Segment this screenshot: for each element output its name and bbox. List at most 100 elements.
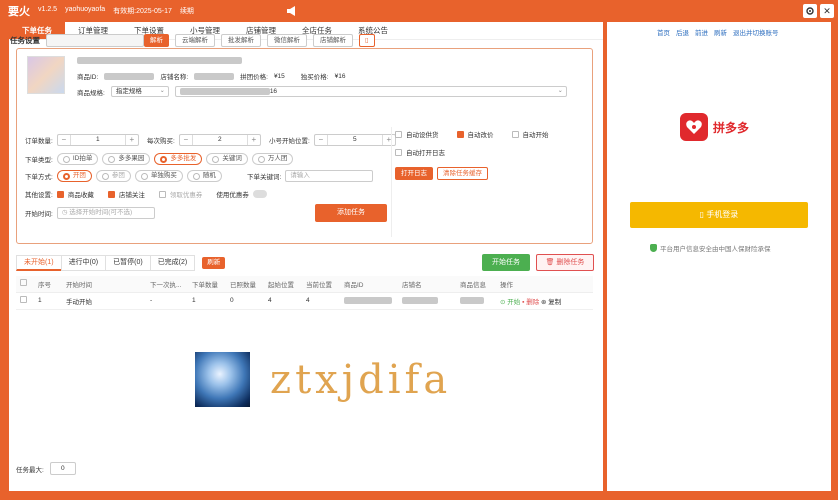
- safety-text: 平台用户信息安全由中国人保财险承保: [660, 246, 771, 253]
- start-time-label: 开始时间:: [25, 211, 53, 218]
- minus-icon[interactable]: −: [315, 135, 327, 145]
- order-type-group[interactable]: 万人团: [251, 153, 294, 165]
- tab-in-progress[interactable]: 进行中(0): [60, 255, 107, 271]
- row-start-label: 开始: [507, 298, 521, 306]
- row-copy-label: 复制: [548, 298, 562, 306]
- checkbox-icon[interactable]: [511, 130, 519, 138]
- tab-not-started[interactable]: 未开始(1): [16, 255, 62, 271]
- keyword-field: 下单关键词: 请输入: [247, 170, 374, 182]
- wechat-parse-button[interactable]: 微信解析: [267, 34, 307, 47]
- log-buttons-row: 打开日志 清除任务缓存: [395, 167, 488, 180]
- nav-forward-link[interactable]: 前进: [695, 27, 708, 37]
- settings-icon[interactable]: [803, 4, 817, 18]
- checkbox-checked-icon[interactable]: [56, 190, 64, 198]
- nav-home-link[interactable]: 首页: [657, 27, 670, 37]
- row-delete-button[interactable]: ▪ 删除: [522, 299, 539, 306]
- shop-parse-button[interactable]: 店铺解析: [313, 34, 353, 47]
- spec-type-select[interactable]: 指定规格 ⌄: [110, 86, 169, 97]
- nav-refresh-link[interactable]: 刷新: [714, 27, 727, 37]
- nav-switch-account-link[interactable]: 退出并切换账号: [733, 27, 779, 37]
- start-task-button[interactable]: 开始任务: [482, 254, 530, 271]
- order-mode-single[interactable]: 单独购买: [134, 170, 183, 182]
- url-input[interactable]: [46, 34, 144, 47]
- clear-cache-button[interactable]: 清除任务缓存: [437, 167, 488, 180]
- order-mode-open-group-label: 开团: [72, 172, 86, 179]
- radio-selected-icon: [160, 155, 168, 163]
- col-start-pos: 起始位置: [264, 276, 302, 293]
- checkbox-icon[interactable]: [158, 190, 166, 198]
- tab-completed[interactable]: 已完成(2): [149, 255, 196, 271]
- spec-row: 商品规格: 指定规格 ⌄ 16 ⌄: [77, 86, 567, 97]
- checkbox-icon[interactable]: [20, 296, 27, 303]
- plus-icon[interactable]: +: [126, 135, 138, 145]
- refresh-button[interactable]: 刷新: [202, 257, 226, 269]
- chevron-down-icon: ⌄: [557, 88, 563, 94]
- order-qty-value[interactable]: 1: [69, 135, 126, 145]
- row-current-pos: 4: [302, 292, 340, 310]
- product-info-blurred: [460, 296, 484, 304]
- spec-value-select[interactable]: 16 ⌄: [174, 86, 567, 97]
- nav-back-link[interactable]: 后退: [676, 27, 689, 37]
- table-row[interactable]: 1 手动开始 - 1 0 4 4 ⊙ 开始 ▪ 删除 ⊛ 复制: [16, 292, 593, 310]
- checkbox-icon[interactable]: [395, 148, 402, 156]
- phone-login-button[interactable]: ▯ 手机登录: [630, 202, 808, 228]
- order-type-keyword[interactable]: 关键词: [206, 153, 248, 165]
- renew-link[interactable]: 续期: [180, 6, 194, 16]
- title-bar: 要火 v1.2.5 yaohuoyaofa 有效期:2025-05-17 续期 …: [0, 0, 838, 22]
- open-log-button[interactable]: 打开日志: [395, 167, 433, 180]
- order-type-id[interactable]: ID拍单: [56, 153, 99, 165]
- start-time-input[interactable]: ◷ 选择开始时间(可不选): [56, 207, 155, 219]
- col-done-qty: 已照数量: [226, 276, 264, 293]
- col-product-info: 商品信息: [456, 276, 496, 293]
- parse-button[interactable]: 解析: [144, 34, 169, 47]
- auto-price-label: 自动改价: [467, 132, 494, 139]
- max-task-field: 任务最大: 0: [16, 462, 76, 475]
- checkbox-icon[interactable]: [395, 130, 402, 138]
- single-price: ¥16: [334, 72, 346, 80]
- start-time-placeholder: 选择开始时间(可不选): [69, 209, 133, 216]
- max-task-input[interactable]: 0: [49, 462, 76, 475]
- per-buy-stepper[interactable]: −2 +: [178, 134, 261, 146]
- delete-task-button[interactable]: 🗑 删除任务: [536, 254, 594, 271]
- pinduoduo-logo: 拼多多: [680, 113, 749, 141]
- order-qty-stepper[interactable]: −1 +: [56, 134, 139, 146]
- start-pos-stepper[interactable]: −5 +: [313, 134, 396, 146]
- order-type-keyword-label: 关键词: [222, 155, 242, 162]
- minus-icon[interactable]: −: [180, 135, 192, 145]
- checkbox-checked-icon[interactable]: [107, 190, 115, 198]
- pinduoduo-name: 拼多多: [713, 120, 750, 135]
- col-order-qty: 下单数量: [188, 276, 226, 293]
- checkbox-icon[interactable]: [20, 279, 27, 287]
- wholesale-parse-button[interactable]: 批发解析: [221, 34, 261, 47]
- expand-icon[interactable]: ▯: [359, 34, 375, 47]
- order-type-id-label: ID拍单: [72, 155, 93, 162]
- plus-icon[interactable]: +: [248, 135, 260, 145]
- start-pos-value[interactable]: 5: [326, 135, 383, 145]
- order-type-field: 下单类型: ID拍单 多多果园 多多批发 关键词 万人团: [25, 153, 294, 165]
- use-coupon-toggle[interactable]: [252, 190, 267, 198]
- order-type-wholesale[interactable]: 多多批发: [154, 153, 203, 165]
- order-mode-open-group[interactable]: 开团: [56, 170, 92, 182]
- per-buy-value[interactable]: 2: [191, 135, 248, 145]
- announcement-icon[interactable]: [285, 4, 299, 18]
- other-settings-field: 其他设置: 商品收藏 店铺关注 领取优惠券 使用优惠券: [25, 189, 267, 199]
- order-mode-single-label: 单独购买: [150, 172, 177, 179]
- row-product-id: [340, 292, 398, 310]
- add-task-button[interactable]: 添加任务: [315, 204, 387, 222]
- minus-icon[interactable]: −: [58, 135, 70, 145]
- pinduoduo-icon: [680, 113, 708, 141]
- plus-icon[interactable]: +: [383, 135, 395, 145]
- shield-icon: [650, 244, 657, 252]
- keyword-input[interactable]: 请输入: [285, 170, 374, 182]
- order-mode-random[interactable]: 随机: [186, 170, 222, 182]
- order-type-orchard[interactable]: 多多果园: [102, 153, 151, 165]
- row-copy-button[interactable]: ⊛ 复制: [541, 299, 561, 306]
- row-start-button[interactable]: ⊙ 开始: [500, 299, 520, 306]
- row-product-info: [456, 292, 496, 310]
- checkbox-checked-icon[interactable]: [456, 130, 464, 138]
- close-icon[interactable]: ✕: [820, 4, 834, 18]
- cloud-parse-button[interactable]: 云端解析: [175, 34, 215, 47]
- col-current-pos: 当前位置: [302, 276, 340, 293]
- tab-paused[interactable]: 已暂停(0): [105, 255, 151, 271]
- order-mode-join-group[interactable]: 参团: [95, 170, 131, 182]
